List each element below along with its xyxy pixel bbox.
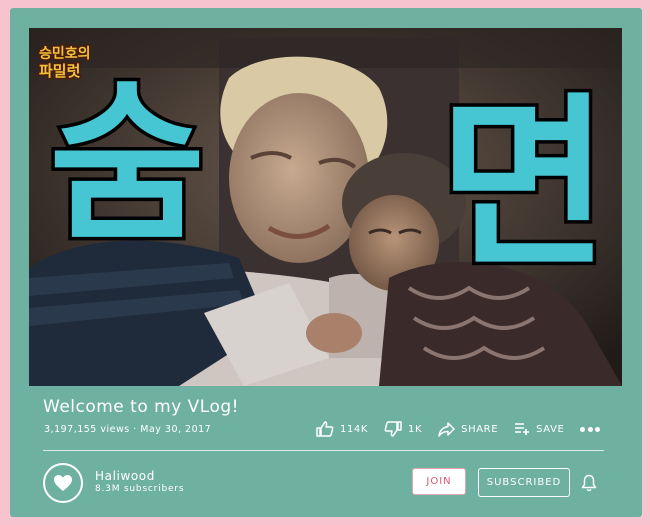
like-count: 114K: [340, 423, 369, 435]
join-button[interactable]: JOIN: [412, 468, 466, 495]
subscriber-count: 8.3M subscribers: [95, 484, 185, 494]
share-label: SHARE: [461, 423, 499, 435]
more-dot-icon: [595, 426, 601, 432]
playlist-add-icon: [515, 423, 530, 435]
dislike-count: 1K: [408, 423, 423, 435]
thumbnail-text-right: 면: [439, 76, 609, 292]
like-button[interactable]: 114K: [316, 421, 368, 437]
video-card: 숨 면 승민호의 파밀럿 Welcome to my VLog! 3,197,1…: [10, 8, 642, 517]
more-dot-icon: [580, 426, 586, 432]
share-icon: [438, 421, 455, 437]
upload-date: May 30, 2017: [140, 424, 212, 435]
bell-icon: [581, 474, 597, 492]
dislike-button[interactable]: 1K: [384, 421, 422, 437]
divider: [43, 450, 604, 451]
meta-separator: ·: [129, 424, 141, 435]
save-label: SAVE: [536, 423, 565, 435]
save-button[interactable]: SAVE: [514, 422, 564, 436]
thumbs-down-icon: [384, 421, 402, 437]
video-title: Welcome to my VLog!: [43, 397, 239, 417]
video-actions: 114K 1K SHARE SAVE: [316, 418, 603, 440]
channel-name[interactable]: Haliwood: [95, 469, 155, 483]
thumbnail-text-left: 숨: [49, 66, 205, 264]
share-button[interactable]: SHARE: [438, 421, 499, 437]
thumbs-up-icon: [316, 421, 334, 437]
subscribed-button[interactable]: SUBSCRIBED: [478, 468, 570, 497]
video-thumbnail: 숨 면 승민호의 파밀럿: [29, 28, 622, 386]
show-logo-line1: 승민호의: [39, 45, 91, 62]
view-count: 3,197,155 views: [44, 424, 130, 435]
channel-avatar[interactable]: [43, 463, 83, 503]
video-player[interactable]: 숨 면 승민호의 파밀럿: [29, 28, 622, 386]
more-dot-icon: [587, 426, 593, 432]
show-logo-line2: 파밀럿: [39, 62, 81, 80]
heart-icon: [54, 475, 72, 491]
notification-bell-button[interactable]: [581, 474, 597, 496]
more-options-button[interactable]: [580, 426, 603, 432]
video-meta: 3,197,155 views · May 30, 2017: [44, 424, 211, 435]
